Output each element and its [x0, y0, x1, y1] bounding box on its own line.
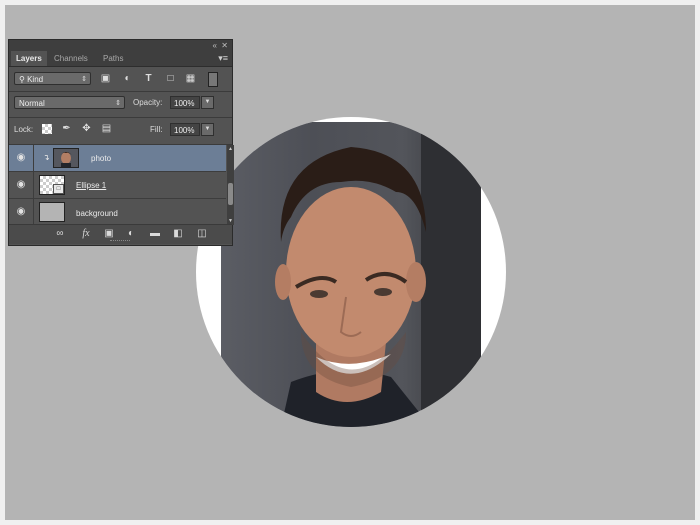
layers-scrollbar[interactable]: ▲ ▼ — [227, 145, 234, 225]
spinner-icon: ⇕ — [115, 100, 121, 107]
close-icon[interactable]: ✕ — [221, 40, 228, 51]
tab-paths[interactable]: Paths — [98, 51, 128, 66]
layer-row-photo[interactable]: ◉ ↴ photo — [9, 145, 226, 172]
blend-mode-dropdown[interactable]: Normal ⇕ — [14, 96, 125, 109]
fill-slider-button[interactable]: ▼ — [201, 123, 214, 136]
mask-icon[interactable]: ▣ — [103, 228, 115, 240]
divider — [33, 199, 34, 225]
layer-name-photo[interactable]: photo — [91, 154, 111, 164]
tab-layers[interactable]: Layers — [11, 51, 47, 66]
link-icon[interactable]: ∞ — [54, 228, 66, 240]
portrait-illustration — [275, 122, 481, 427]
fill-label: Fill: — [150, 125, 163, 134]
filter-toggle-icon[interactable] — [208, 72, 218, 87]
layer-thumbnail-ellipse: □ — [39, 175, 65, 195]
type-filter-icon[interactable]: T — [143, 73, 154, 84]
scrollbar-thumb[interactable] — [228, 183, 233, 205]
clipped-photo — [196, 117, 506, 427]
fill-input[interactable]: 100% — [170, 123, 200, 136]
collapse-icon[interactable]: « — [213, 40, 217, 51]
panel-tabs: Layers Channels Paths ▾≡ — [9, 51, 232, 67]
divider — [33, 145, 34, 171]
search-icon: ⚲ — [19, 75, 25, 84]
shape-filter-icon[interactable]: □ — [165, 73, 176, 84]
layer-thumbnail-background — [39, 202, 65, 222]
layer-row-background[interactable]: ◉ background — [9, 199, 226, 226]
lock-transparent-icon[interactable] — [42, 124, 52, 134]
layers-panel: « ✕ Layers Channels Paths ▾≡ ⚲ Kind ⇕ ▣ … — [8, 39, 234, 246]
tab-channels[interactable]: Channels — [49, 51, 93, 66]
kind-label: Kind — [27, 75, 44, 84]
layer-thumbnail-photo — [53, 148, 79, 168]
smart-object-filter-icon[interactable]: ▦ — [185, 73, 196, 84]
lock-position-move-icon[interactable]: ✥ — [81, 123, 92, 134]
adjustment-icon[interactable]: ◐ — [125, 228, 137, 240]
blend-mode-value: Normal — [19, 99, 45, 108]
opacity-slider-button[interactable]: ▼ — [201, 96, 214, 109]
filter-row: ⚲ Kind ⇕ ▣ ◐ T □ ▦ — [9, 67, 232, 90]
new-layer-icon[interactable]: ◧ — [172, 228, 184, 240]
lock-label: Lock: — [14, 125, 34, 134]
opacity-label: Opacity: — [133, 98, 163, 107]
layer-row-ellipse[interactable]: ◉ □ Ellipse 1 — [9, 172, 226, 199]
folder-icon[interactable]: ▬ — [149, 228, 161, 240]
lock-all-icon[interactable]: ▤ — [101, 123, 112, 134]
trash-icon[interactable]: ◫ — [196, 228, 208, 240]
panel-titlebar[interactable]: « ✕ — [9, 40, 232, 51]
opacity-input[interactable]: 100% — [170, 96, 200, 109]
layer-name-background[interactable]: background — [76, 209, 118, 219]
divider — [33, 172, 34, 198]
scroll-up-icon[interactable]: ▲ — [227, 146, 234, 152]
shape-layer-badge-icon: □ — [53, 184, 64, 194]
adjustment-filter-icon[interactable]: ◐ — [122, 73, 133, 84]
visibility-eye-icon[interactable]: ◉ — [15, 180, 27, 190]
spinner-icon: ⇕ — [81, 76, 87, 83]
blend-row: Normal ⇕ Opacity: 100% ▼ — [9, 92, 232, 116]
visibility-eye-icon[interactable]: ◉ — [15, 207, 27, 217]
panel-menu-icon[interactable]: ▾≡ — [218, 51, 228, 66]
pixel-filter-icon[interactable]: ▣ — [100, 73, 111, 84]
fx-icon[interactable]: fx — [80, 228, 92, 240]
kind-filter-dropdown[interactable]: ⚲ Kind ⇕ — [14, 72, 91, 85]
lock-row: Lock: ✒ ✥ ▤ Fill: 100% ▼ — [9, 118, 232, 143]
layer-name-ellipse[interactable]: Ellipse 1 — [76, 181, 106, 191]
visibility-eye-icon[interactable]: ◉ — [15, 153, 27, 163]
lock-image-brush-icon[interactable]: ✒ — [61, 123, 72, 134]
photo-thumbnail-image — [54, 149, 78, 167]
photo-layer-content — [221, 122, 481, 427]
resize-grip[interactable] — [110, 240, 130, 244]
panel-bottom-toolbar: ∞ fx ▣ ◐ ▬ ◧ ◫ — [9, 224, 232, 244]
clipping-mask-arrow-icon: ↴ — [43, 153, 50, 162]
